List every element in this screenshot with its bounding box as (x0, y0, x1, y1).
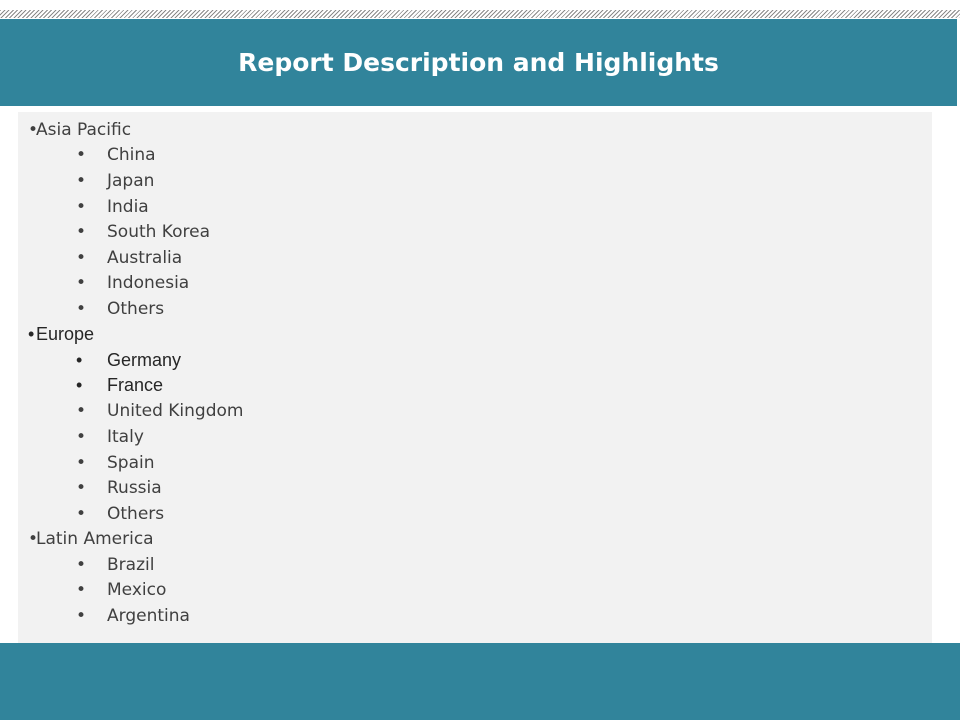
country-label: United Kingdom (107, 401, 244, 422)
country-label: France (107, 375, 164, 396)
top-hatched-stripe (0, 10, 960, 18)
country-label: Mexico (107, 580, 167, 601)
bullet-icon: • (76, 452, 87, 473)
bullet-icon: • (76, 170, 87, 191)
bullet-icon: • (28, 529, 39, 550)
country-label: Brazil (107, 554, 155, 575)
country-item: • Others (28, 501, 243, 527)
footer-band (0, 643, 960, 720)
country-item: • Others (28, 296, 243, 322)
region-item-latin-america: • Latin America (28, 527, 243, 553)
country-item: • Russia (28, 475, 243, 501)
bullet-icon: • (76, 554, 87, 575)
content-panel: • Asia Pacific • China • Japan • India • Sou… (18, 112, 932, 643)
country-item: • Spain (28, 450, 243, 476)
country-label: China (107, 145, 156, 166)
country-label: Spain (107, 452, 155, 473)
country-item: • India (28, 194, 243, 220)
bullet-icon: • (76, 222, 87, 243)
country-label: Australia (107, 247, 183, 268)
country-item: • Mexico (28, 578, 243, 604)
bullet-icon: • (76, 401, 87, 422)
bullet-icon: • (76, 273, 87, 294)
bullet-icon: • (76, 426, 87, 447)
bullet-icon: • (76, 375, 83, 396)
country-item: • Australia (28, 245, 243, 271)
country-item: • Japan (28, 168, 243, 194)
country-label: Germany (107, 349, 182, 370)
country-label: Indonesia (107, 273, 190, 294)
bullet-icon: • (76, 503, 87, 524)
region-list: • Asia Pacific • China • Japan • India • Sou… (28, 117, 243, 629)
country-label: India (107, 196, 149, 217)
country-item: • United Kingdom (28, 399, 243, 425)
country-label: Others (107, 298, 165, 319)
country-item: • Italy (28, 424, 243, 450)
region-label: Asia Pacific (36, 119, 132, 140)
bullet-icon: • (76, 606, 87, 627)
country-label: Russia (107, 478, 162, 499)
bullet-icon: • (76, 145, 87, 166)
bullet-icon: • (76, 247, 87, 268)
country-label: Argentina (107, 606, 190, 627)
bullet-icon: • (28, 119, 39, 140)
bullet-icon: • (76, 196, 87, 217)
country-item: • Brazil (28, 552, 243, 578)
country-label: Japan (107, 170, 155, 191)
country-item: • South Korea (28, 219, 243, 245)
page-title: Report Description and Highlights (238, 48, 719, 77)
bullet-icon: • (76, 478, 87, 499)
region-label: Europe (36, 324, 95, 345)
bullet-icon: • (76, 580, 87, 601)
country-item: • China (28, 143, 243, 169)
region-label: Latin America (36, 529, 154, 550)
country-label: Others (107, 503, 165, 524)
bullet-icon: • (28, 324, 35, 345)
region-item-europe: • Europe (28, 322, 243, 348)
header-banner: Report Description and Highlights (0, 19, 957, 106)
country-item: • France (28, 373, 243, 399)
country-item: • Indonesia (28, 271, 243, 297)
bullet-icon: • (76, 349, 83, 370)
country-label: Italy (107, 426, 144, 447)
country-label: South Korea (107, 222, 211, 243)
region-item-asia-pacific: • Asia Pacific (28, 117, 243, 143)
bullet-icon: • (76, 298, 87, 319)
country-item: • Germany (28, 347, 243, 373)
country-item: • Argentina (28, 603, 243, 629)
